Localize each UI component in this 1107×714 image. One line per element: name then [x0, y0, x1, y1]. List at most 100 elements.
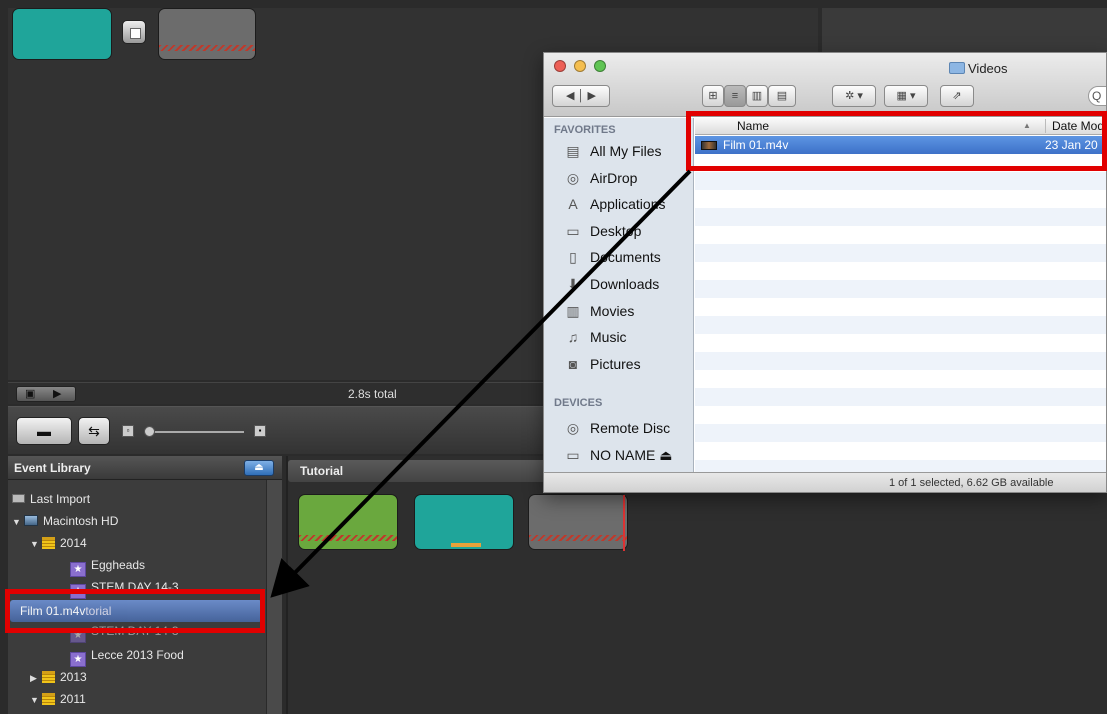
list-view-button[interactable]: ≡ [724, 85, 746, 107]
sidebar-item-movies[interactable]: ▥ Movies [564, 298, 634, 324]
tree-item-eggheads[interactable]: ★ Eggheads [70, 554, 146, 577]
sidebar-item-label: All My Files [590, 143, 662, 159]
event-library-title: Event Library [14, 461, 91, 475]
calendar-icon [42, 537, 55, 549]
tree-item-2013[interactable]: ▶ 2013 [30, 666, 87, 688]
sidebar-item-pictures[interactable]: ◙ Pictures [564, 351, 641, 377]
disclosure-open-icon[interactable]: ▼ [30, 689, 42, 711]
search-field[interactable]: Q [1088, 86, 1106, 106]
calendar-icon [42, 671, 55, 683]
window-title-text: Videos [968, 61, 1008, 76]
tree-item-label: Macintosh HD [43, 514, 119, 528]
sidebar-item-label: Movies [590, 302, 635, 319]
audio-wave [529, 535, 627, 541]
import-icon [12, 494, 25, 503]
sidebar-item-label: Music [590, 329, 627, 346]
close-button[interactable] [554, 60, 566, 72]
sidebar-item-applications[interactable]: A Applications [564, 191, 665, 217]
highlight-box-finder-file [686, 111, 1107, 171]
favorites-header: FAVORITES [554, 124, 616, 136]
tree-item-label: 2014 [60, 536, 87, 550]
tree-item-label: 2013 [60, 670, 87, 684]
separator-button[interactable] [122, 20, 146, 44]
event-clip-teal[interactable] [414, 494, 514, 550]
zoom-button[interactable] [594, 60, 606, 72]
thumbnail-size-slider[interactable] [148, 431, 244, 433]
calendar-icon [42, 693, 55, 705]
folder-icon [949, 62, 965, 74]
remote-disc-icon: ◎ [566, 420, 580, 436]
thumbnail-small-icon: ▫ [122, 425, 134, 437]
library-scrollbar[interactable] [266, 480, 282, 714]
audio-wave [299, 535, 397, 541]
eject-button[interactable]: ⏏ [244, 460, 274, 476]
music-icon: ♫ [567, 329, 579, 346]
sidebar-item-no-name[interactable]: ▭ NO NAME ⏏ [564, 442, 672, 468]
sidebar-item-downloads[interactable]: ⬇ Downloads [564, 271, 659, 297]
tree-item-2011[interactable]: ▼ 2011 [30, 688, 86, 710]
disclosure-open-icon[interactable]: ▼ [12, 511, 24, 533]
swap-events-button[interactable]: ⇆ [78, 417, 110, 445]
audio-wave [159, 45, 255, 51]
sidebar-item-music[interactable]: ♫ Music [564, 324, 627, 350]
sidebar-item-documents[interactable]: ▯ Documents [564, 244, 661, 270]
tree-item-label: Lecce 2013 Food [91, 648, 184, 662]
sidebar-item-airdrop[interactable]: ◎ AirDrop [564, 165, 638, 191]
playhead-marker [623, 495, 625, 551]
applications-icon: A [568, 196, 578, 213]
sidebar-item-label: Downloads [590, 276, 660, 292]
column-view-button[interactable]: ▥ [746, 85, 768, 107]
sidebar-item-all-my-files[interactable]: ▤ All My Files [564, 138, 662, 164]
tree-item-lecce-2013-food[interactable]: ★ Lecce 2013 Food [70, 644, 184, 667]
tree-item-2014[interactable]: ▼ 2014 [30, 532, 87, 554]
event-library: Event Library ⏏ Last Import ▼ Macintosh H… [8, 456, 282, 714]
event-library-header: Event Library ⏏ [8, 456, 282, 480]
sidebar-item-desktop[interactable]: ▭ Desktop [564, 218, 641, 244]
project-clip-gray[interactable] [158, 8, 256, 60]
tree-item-label: Eggheads [91, 558, 146, 572]
minimize-button[interactable] [574, 60, 586, 72]
finder-sidebar: FAVORITES ▤ All My Files ◎ AirDrop A Applicat… [544, 118, 694, 472]
sidebar-item-remote-disc[interactable]: ◎ Remote Disc [564, 415, 670, 441]
sidebar-item-label: Pictures [590, 355, 641, 372]
sidebar-item-label: NO NAME ⏏ [590, 446, 673, 463]
event-star-icon: ★ [70, 652, 86, 667]
project-clip-teal[interactable] [12, 8, 112, 60]
tree-item-last-import[interactable]: Last Import [12, 488, 90, 510]
slider-knob[interactable] [144, 426, 155, 437]
event-browser: Tutorial [286, 456, 1107, 714]
disclosure-open-icon[interactable]: ▼ [30, 533, 42, 555]
event-clip-gray[interactable] [528, 494, 628, 551]
airdrop-icon: ◎ [566, 169, 580, 186]
disclosure-closed-icon[interactable]: ▶ [30, 667, 42, 689]
event-clip-green[interactable] [298, 494, 398, 550]
event-header-tutorial: Tutorial [288, 460, 554, 482]
play-fullscreen-icon[interactable]: ▣ [25, 387, 35, 400]
project-total-duration: 2.8s total [348, 387, 397, 401]
all-files-icon: ▤ [566, 143, 580, 159]
play-icon[interactable]: ▶ [53, 387, 61, 400]
window-title: Videos [949, 61, 1008, 76]
sidebar-item-label: Remote Disc [590, 420, 671, 436]
back-forward-buttons[interactable]: ◀ │ ▶ [552, 85, 610, 107]
desktop-icon: ▭ [566, 222, 580, 239]
camera-import-button[interactable]: ▬ [16, 417, 72, 445]
pictures-icon: ◙ [568, 355, 578, 372]
used-range-marker [451, 543, 481, 547]
highlight-box-drop-target [5, 589, 265, 633]
finder-titlebar: Videos ◀ │ ▶ ⊞ ≡ ▥ ▤ ✲ ▾ ▦ ▾ ⇗ Q [544, 53, 1106, 117]
arrange-button[interactable]: ▦ ▾ [884, 85, 928, 107]
coverflow-view-button[interactable]: ▤ [768, 85, 796, 107]
file-list: Name ▲ Date Mod Film 01.m4v 23 Jan 20 [695, 118, 1106, 472]
share-button[interactable]: ⇗ [940, 85, 974, 107]
action-gear-button[interactable]: ✲ ▾ [832, 85, 876, 107]
event-star-icon: ★ [70, 562, 86, 577]
icon-view-button[interactable]: ⊞ [702, 85, 724, 107]
movies-icon: ▥ [566, 302, 580, 319]
tree-item-label: 2011 [60, 692, 86, 706]
tree-item-macintosh-hd[interactable]: ▼ Macintosh HD [12, 510, 118, 532]
event-title: Tutorial [300, 464, 344, 478]
play-controls[interactable]: ▣ ▶ [16, 386, 76, 402]
finder-status-bar: 1 of 1 selected, 6.62 GB available [544, 472, 1106, 492]
documents-icon: ▯ [569, 249, 577, 266]
